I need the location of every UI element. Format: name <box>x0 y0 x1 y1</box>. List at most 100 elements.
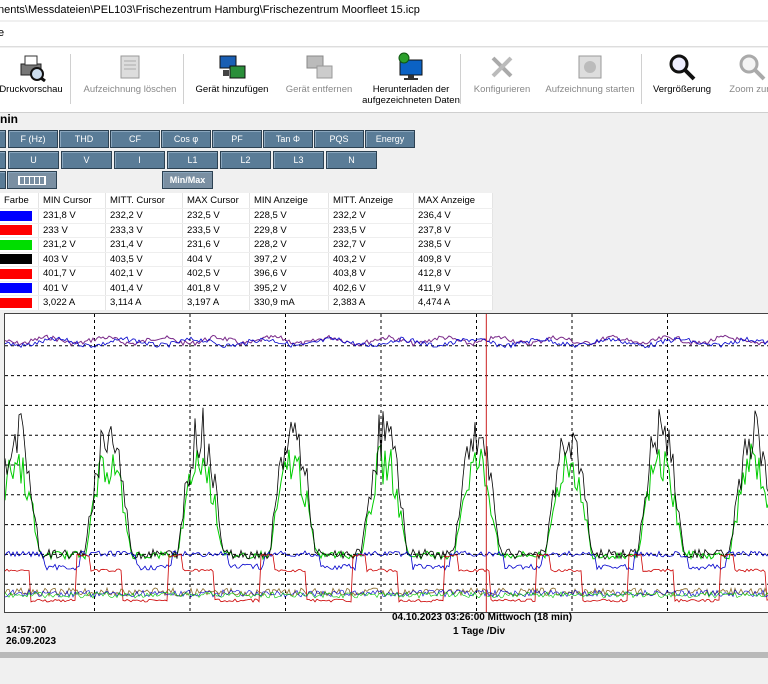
table-cell: 233,3 V <box>105 223 183 238</box>
param-buttons-6[interactable]: PQS <box>314 130 364 148</box>
trend-chart[interactable] <box>4 313 768 613</box>
table-cell: 237,8 V <box>413 223 493 238</box>
color-swatch <box>0 283 32 294</box>
table-cell: 401 V <box>38 281 106 296</box>
series-line-current-blue <box>4 550 768 572</box>
table-cell: 396,6 V <box>249 266 329 282</box>
table-cell: 232,5 V <box>182 208 250 224</box>
table-cell: 401,4 V <box>105 281 183 296</box>
column-header[interactable]: MAX Anzeige <box>413 193 493 209</box>
color-cell <box>0 223 39 238</box>
table-cell: 403,8 V <box>328 266 414 282</box>
param-buttons-1[interactable]: THD <box>59 130 109 148</box>
table-cell: 411,9 V <box>413 281 493 296</box>
table-row: 403 V 403,5 V 404 V 397,2 V 403,2 V 409,8 V <box>0 252 493 267</box>
param-buttons-3[interactable]: Cos φ <box>161 130 211 148</box>
time-per-div: 1 Tage /Div <box>453 626 506 637</box>
add-device-button[interactable]: Gerät hinzufügen <box>190 50 274 108</box>
color-cell <box>0 295 39 311</box>
menu-item[interactable]: e <box>0 27 4 39</box>
channel-buttons-6[interactable]: N <box>326 151 377 169</box>
column-header[interactable]: Farbe <box>0 193 39 209</box>
table-cell: 233,5 V <box>182 223 250 238</box>
start-date: 26.09.2023 <box>6 636 57 647</box>
color-swatch <box>0 297 32 308</box>
color-cell <box>0 252 39 267</box>
table-row: 231,8 V 232,2 V 232,5 V 228,5 V 232,2 V 236,4… <box>0 208 493 224</box>
column-header[interactable]: MITT. Anzeige <box>328 193 414 209</box>
window-title-bar: nents\Messdateien\PEL103\Frischezentrum … <box>0 0 768 20</box>
start-time: 14:57:00 <box>6 625 47 636</box>
delete-recording-button[interactable]: Aufzeichnung löschen <box>78 50 182 108</box>
toolbar-separator <box>183 54 184 104</box>
measurement-table: Farbe MIN Cursor MITT. Cursor MAX Cursor MIN… <box>0 193 493 311</box>
table-row: 3,022 A 3,114 A 3,197 A 330,9 mA 2,383 A 4,47… <box>0 295 493 311</box>
trend-chart-svg <box>4 314 768 612</box>
color-cell <box>0 208 39 224</box>
color-swatch <box>0 239 32 250</box>
toolbar: Druckvorschau Aufzeichnung löschen Gerät h… <box>0 48 768 113</box>
minmax-button[interactable]: Min/Max <box>162 171 213 189</box>
channel-buttons-4[interactable]: L2 <box>220 151 271 169</box>
param-buttons-0[interactable]: F (Hz) <box>8 130 58 148</box>
stub-button[interactable] <box>0 130 6 148</box>
table-cell: 402,5 V <box>182 266 250 282</box>
param-buttons-2[interactable]: CF <box>110 130 160 148</box>
download-data-icon <box>398 52 423 80</box>
toolbar-label: Konfigurieren <box>473 84 531 95</box>
table-cell: 3,197 A <box>182 295 250 311</box>
zoom-reset-icon <box>739 54 766 81</box>
column-header[interactable]: MIN Cursor <box>38 193 106 209</box>
configure-tools-button[interactable]: Konfigurieren <box>470 50 534 108</box>
param-buttons-5[interactable]: Tan Φ <box>263 130 313 148</box>
channel-buttons-1[interactable]: V <box>61 151 112 169</box>
zoom-reset-button[interactable]: Zoom zurü <box>722 50 768 108</box>
table-row: 401 V 401,4 V 401,8 V 395,2 V 402,6 V 411,9 V <box>0 281 493 296</box>
stub-button[interactable] <box>0 151 6 169</box>
magnifier-icon <box>669 54 696 81</box>
color-swatch <box>0 225 32 236</box>
table-cell: 232,7 V <box>328 237 414 253</box>
table-view-button[interactable] <box>7 171 57 189</box>
toolbar-separator <box>641 54 642 104</box>
table-row: 231,2 V 231,4 V 231,6 V 228,2 V 232,7 V 238,5… <box>0 237 493 253</box>
channel-buttons-5[interactable]: L3 <box>273 151 324 169</box>
table-grid-icon <box>18 176 46 185</box>
table-cell: 403,2 V <box>328 252 414 267</box>
column-header[interactable]: MIN Anzeige <box>249 193 329 209</box>
column-header[interactable]: MITT. Cursor <box>105 193 183 209</box>
table-cell: 233 V <box>38 223 106 238</box>
table-cell: 4,474 A <box>413 295 493 311</box>
delete-recording-icon <box>120 55 140 79</box>
cursor-label: 04.10.2023 03:26:00 Mittwoch (18 min) <box>392 612 573 623</box>
table-cell: 232,2 V <box>328 208 414 224</box>
channel-buttons-2[interactable]: I <box>114 151 165 169</box>
menu-bar: e <box>0 22 768 47</box>
channel-buttons-0[interactable]: U <box>8 151 59 169</box>
toolbar-label: Zoom zurü <box>729 84 768 95</box>
download-data-button[interactable]: Herunterladen der aufgezeichneten Daten <box>358 50 464 108</box>
table-cell: 233,5 V <box>328 223 414 238</box>
horizontal-scrollbar[interactable] <box>0 652 768 658</box>
table-cell: 231,8 V <box>38 208 106 224</box>
table-cell: 404 V <box>182 252 250 267</box>
toolbar-separator <box>70 54 71 104</box>
remove-device-icon <box>306 55 333 79</box>
configure-tools-icon <box>491 56 513 78</box>
column-header[interactable]: MAX Cursor <box>182 193 250 209</box>
toolbar-label: aufgezeichneten Daten <box>362 95 460 106</box>
print-preview-button[interactable]: Druckvorschau <box>0 50 64 108</box>
table-header-row: Farbe MIN Cursor MITT. Cursor MAX Cursor MIN… <box>0 193 493 209</box>
remove-device-button[interactable]: Gerät entfernen <box>282 50 356 108</box>
magnifier-button[interactable]: Vergrößerung <box>650 50 714 108</box>
table-cell: 401,8 V <box>182 281 250 296</box>
param-buttons-7[interactable]: Energy <box>365 130 415 148</box>
color-swatch <box>0 210 32 221</box>
param-buttons-4[interactable]: PF <box>212 130 262 148</box>
color-cell <box>0 266 39 282</box>
small-view-button[interactable] <box>0 171 6 189</box>
start-recording-button[interactable]: Aufzeichnung starten <box>540 50 640 108</box>
series-line-current-black <box>4 407 768 561</box>
window-title: nents\Messdateien\PEL103\Frischezentrum … <box>0 4 420 16</box>
channel-buttons-3[interactable]: L1 <box>167 151 218 169</box>
